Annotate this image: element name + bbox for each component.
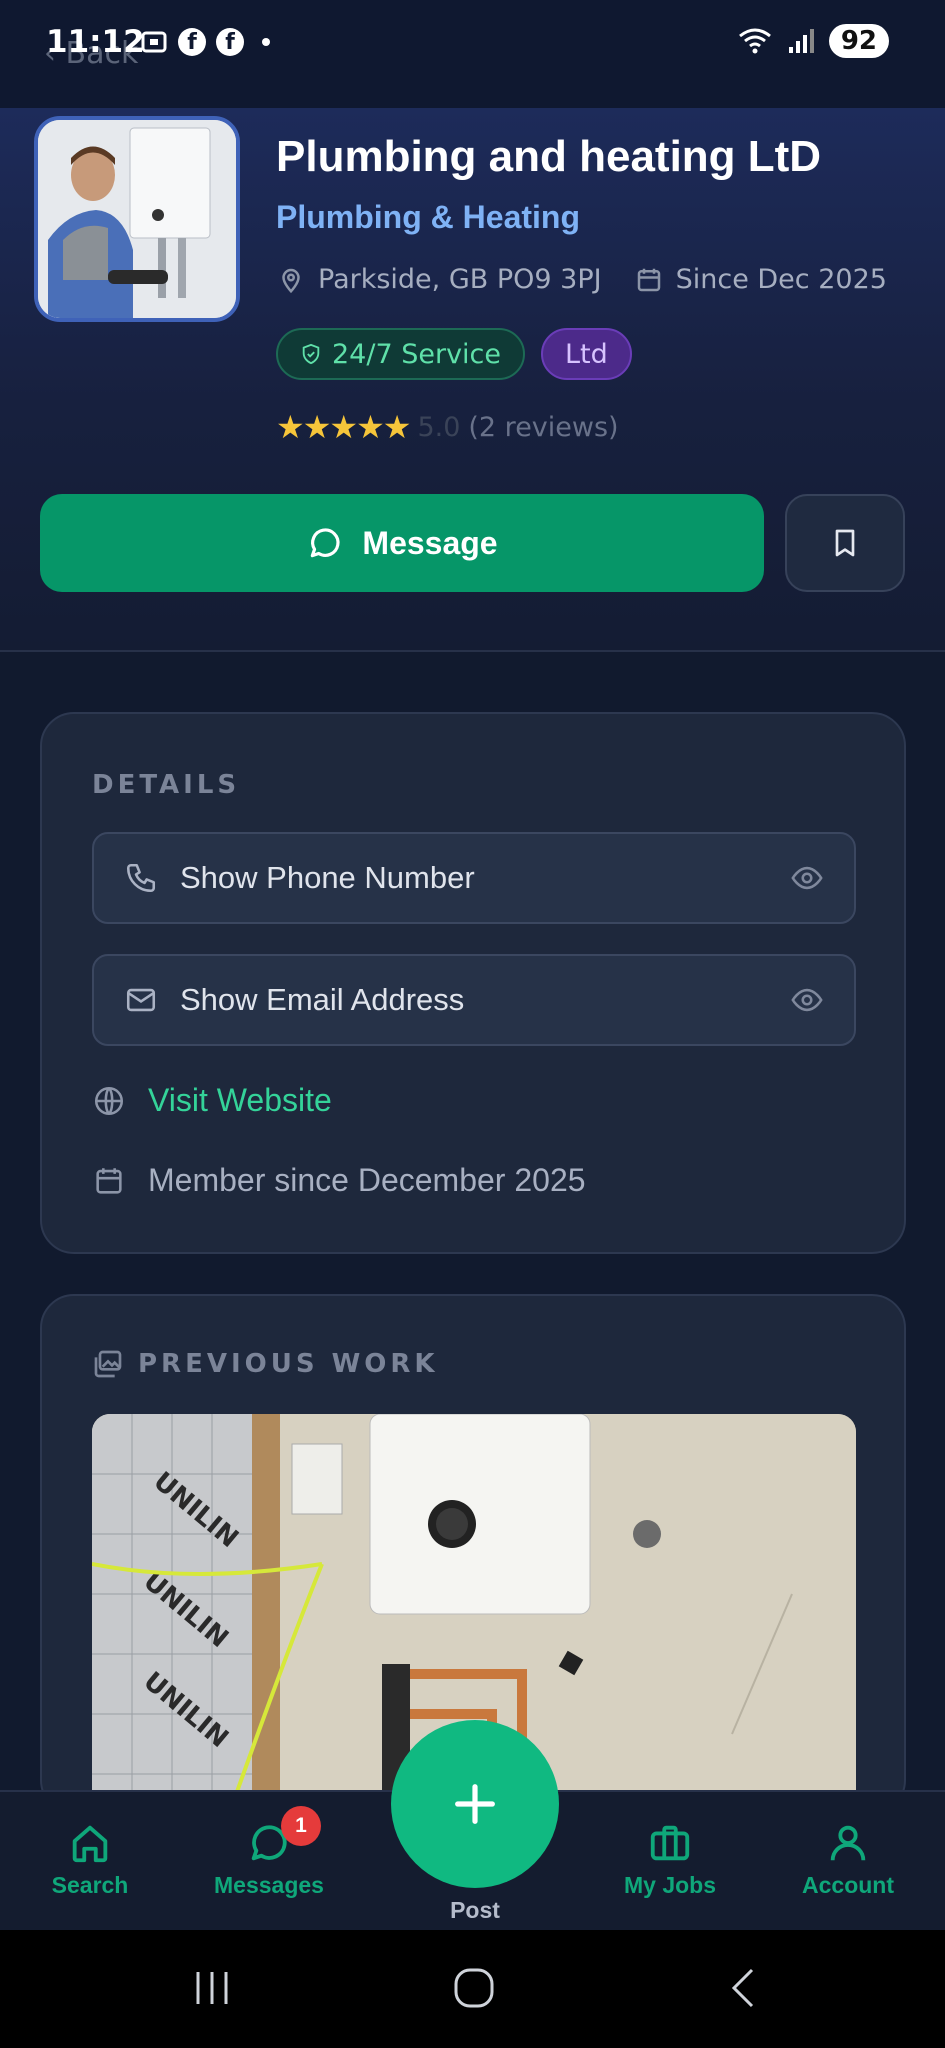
business-since: Since Dec 2025 — [675, 264, 887, 295]
member-since-text: Member since December 2025 — [148, 1162, 586, 1198]
previous-work-header: PREVIOUS WORK — [92, 1348, 439, 1380]
previous-work-title: PREVIOUS WORK — [138, 1349, 439, 1379]
bookmark-button[interactable] — [785, 494, 905, 592]
plus-icon — [455, 1784, 495, 1824]
business-avatar — [34, 116, 240, 322]
show-phone-field[interactable]: Show Phone Number — [92, 832, 856, 924]
rating-row: ★★★★★ 5.0 (2 reviews) — [276, 408, 619, 446]
details-title: DETAILS — [92, 770, 241, 800]
location-pin-icon — [282, 268, 300, 293]
calendar-icon — [637, 268, 660, 291]
show-email-label: Show Email Address — [180, 982, 465, 1017]
post-button[interactable] — [391, 1720, 559, 1888]
back-button-icon[interactable] — [722, 1966, 766, 2010]
visit-website-label: Visit Website — [148, 1082, 332, 1118]
wifi-icon — [738, 28, 771, 54]
system-navigation-bar — [0, 1930, 945, 2048]
nav-my-jobs[interactable]: My Jobs — [600, 1820, 740, 1899]
notification-icons: f f — [140, 28, 270, 56]
company-type-badge: Ltd — [541, 328, 632, 380]
nav-my-jobs-label: My Jobs — [623, 1872, 717, 1898]
battery-level: 92 — [828, 24, 889, 58]
user-icon — [830, 1825, 866, 1861]
nav-messages-label: Messages — [214, 1872, 324, 1898]
status-right: 92 — [737, 24, 889, 58]
chat-bubble-icon — [311, 528, 340, 558]
nav-account[interactable]: Account — [778, 1820, 918, 1899]
nav-account-label: Account — [802, 1872, 894, 1898]
nav-search-label: Search — [51, 1872, 129, 1898]
briefcase-icon — [650, 1825, 690, 1861]
business-name: Plumbing and heating LtD — [276, 132, 822, 181]
facebook-icon: f — [216, 28, 244, 56]
mail-icon — [126, 988, 156, 1012]
nav-messages[interactable]: 1 Messages — [199, 1806, 339, 1899]
status-bar: ‹ Back 11:12 f f 92 — [0, 0, 945, 108]
message-button[interactable]: Message — [40, 494, 764, 592]
facebook-icon: f — [178, 28, 206, 56]
more-notifications-dot — [262, 38, 270, 46]
visit-website-link[interactable]: Visit Website — [92, 1082, 332, 1119]
service-badge-label: 24/7 Service — [332, 338, 502, 370]
show-email-field[interactable]: Show Email Address — [92, 954, 856, 1046]
business-category: Plumbing & Heating — [276, 199, 580, 235]
eye-icon[interactable] — [790, 983, 824, 1017]
business-badges: 24/7 Service Ltd — [276, 328, 632, 380]
plumber-photo — [38, 120, 236, 318]
business-location: Parkside, GB PO9 3PJ — [318, 264, 602, 295]
message-button-label: Message — [362, 524, 498, 561]
show-phone-label: Show Phone Number — [180, 860, 475, 895]
globe-icon — [94, 1086, 124, 1115]
eye-icon[interactable] — [790, 861, 824, 895]
images-icon — [94, 1350, 122, 1378]
star-rating-icon: ★★★★★ — [276, 408, 411, 446]
status-time: 11:12 — [46, 24, 145, 60]
recent-apps-icon[interactable] — [190, 1966, 234, 2010]
section-divider — [0, 650, 945, 652]
post-label: Post — [450, 1897, 500, 1923]
shield-check-icon — [302, 343, 320, 365]
signal-icon — [788, 29, 814, 53]
calendar-icon — [96, 1167, 122, 1194]
screen-record-icon — [141, 31, 167, 53]
rating-score: 5.0 — [417, 411, 461, 443]
nav-search[interactable]: Search — [20, 1820, 160, 1899]
home-button-icon[interactable] — [452, 1966, 496, 2010]
messages-badge: 1 — [281, 1806, 321, 1846]
member-since-row: Member since December 2025 — [92, 1162, 586, 1199]
details-card: DETAILS Show Phone Number Show Email Add… — [40, 712, 906, 1254]
service-badge: 24/7 Service — [276, 328, 526, 380]
bookmark-icon — [835, 529, 855, 557]
home-icon — [72, 1825, 108, 1863]
company-type-label: Ltd — [565, 338, 608, 370]
review-count[interactable]: (2 reviews) — [468, 412, 618, 443]
phone-icon — [126, 863, 156, 893]
business-meta: Parkside, GB PO9 3PJ Since Dec 2025 — [276, 264, 887, 295]
